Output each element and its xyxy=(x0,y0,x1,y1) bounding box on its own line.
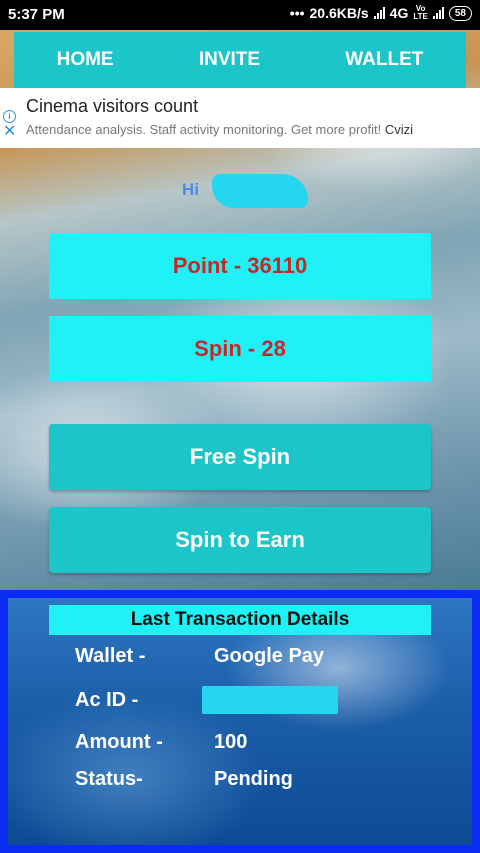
spins-card: Spin - 28 xyxy=(49,316,431,382)
amount-value: 100 xyxy=(214,731,248,753)
ad-close-icon[interactable]: ✕ xyxy=(3,124,16,140)
spin-to-earn-button[interactable]: Spin to Earn xyxy=(49,507,431,573)
ad-text[interactable]: Attendance analysis. Staff activity moni… xyxy=(26,122,413,137)
wallet-value: Google Pay xyxy=(214,645,325,667)
last-transaction-title: Last Transaction Details xyxy=(49,605,431,635)
battery-icon: 58 xyxy=(448,5,472,21)
ad-title[interactable]: Cinema visitors count xyxy=(26,96,198,117)
greeting-text: Hi xyxy=(182,180,199,199)
acid-redacted xyxy=(202,686,338,714)
ad-info-icon[interactable]: i xyxy=(3,110,16,123)
tab-home[interactable]: HOME xyxy=(57,49,114,71)
signal-icon xyxy=(373,7,385,19)
status-time: 5:37 PM xyxy=(8,6,65,23)
greeting: Hi xyxy=(182,174,310,210)
status-icons: ••• 20.6KB/s 4G Vo LTE 58 xyxy=(290,5,472,21)
tab-wallet[interactable]: WALLET xyxy=(345,49,423,71)
more-dots-icon: ••• xyxy=(289,5,305,21)
network-speed: 20.6KB/s xyxy=(309,5,369,21)
amount-label: Amount - xyxy=(75,731,163,753)
points-card: Point - 36110 xyxy=(49,233,431,299)
status-bar: 5:37 PM ••• 20.6KB/s 4G Vo LTE 58 xyxy=(0,0,480,30)
ad-banner[interactable]: i ✕ Cinema visitors count Attendance ana… xyxy=(0,88,480,148)
ad-brand: Cvizi xyxy=(384,122,414,137)
signal-icon-2 xyxy=(432,7,444,19)
top-nav: HOME INVITE WALLET xyxy=(14,32,466,88)
free-spin-button[interactable]: Free Spin xyxy=(49,424,431,490)
volte-icon: Vo LTE xyxy=(413,4,428,21)
acid-label: Ac ID - xyxy=(75,689,139,711)
wallet-label: Wallet - xyxy=(75,645,146,667)
username-redacted xyxy=(212,174,308,208)
tab-invite[interactable]: INVITE xyxy=(199,49,260,71)
status-value: Pending xyxy=(214,768,293,790)
network-type: 4G xyxy=(389,5,409,21)
status-label: Status- xyxy=(75,768,143,790)
